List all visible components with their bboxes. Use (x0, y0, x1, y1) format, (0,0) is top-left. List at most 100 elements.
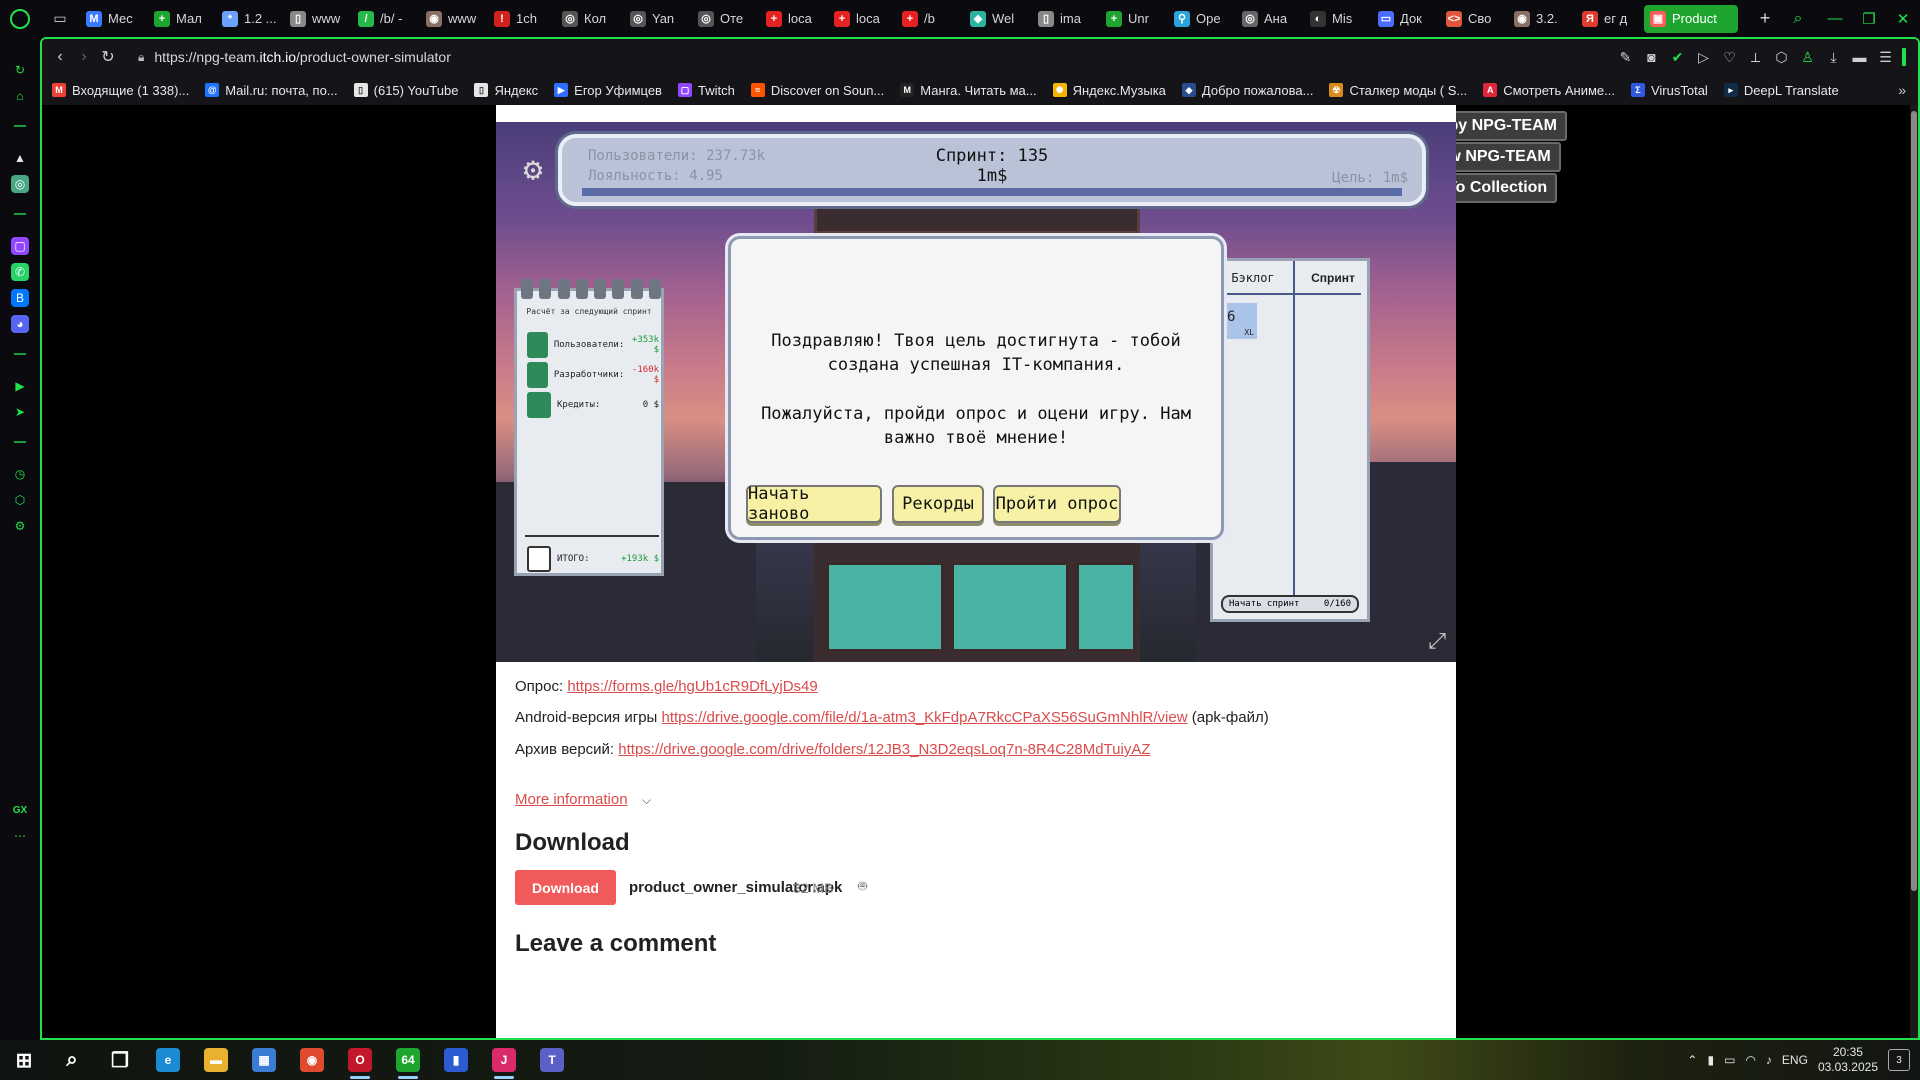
store-app[interactable]: ▦ (240, 1040, 288, 1080)
settings-gear-icon[interactable]: ⚙ (516, 152, 550, 186)
tab-active[interactable]: ▣ Product (1644, 4, 1738, 33)
tab[interactable]: + Мал (148, 5, 216, 33)
start-button[interactable]: ⊞ (0, 1040, 48, 1080)
game-canvas[interactable]: ⚙ Пользователи: 237.73k Лояльность: 4.95… (496, 122, 1456, 662)
settings-icon[interactable]: ⚙ (11, 517, 29, 535)
bookmark-item[interactable]: M Входящие (1 338)... (52, 83, 189, 98)
bookmark-item[interactable]: A Смотреть Аниме... (1483, 83, 1615, 98)
wifi-icon[interactable]: ◠ (1745, 1053, 1755, 1067)
twitch-icon[interactable]: ▢ (11, 237, 29, 255)
task-card[interactable]: 6 XL (1221, 303, 1257, 339)
tray-app-icon[interactable]: ▮ (1707, 1053, 1714, 1067)
scrollbar-thumb[interactable] (1911, 111, 1917, 891)
notifications-button[interactable]: 3 (1888, 1049, 1910, 1071)
tab[interactable]: ▯ www (284, 5, 352, 33)
bookmark-item[interactable]: ▸ DeepL Translate (1723, 83, 1839, 98)
reload-icon[interactable]: ↻ (96, 47, 120, 67)
extensions-icon[interactable]: ⬡ (11, 491, 29, 509)
bookmark-item[interactable]: ▯ (615) YouTube (353, 83, 458, 98)
language-indicator[interactable]: ENG (1782, 1053, 1808, 1067)
opera-gx-app[interactable]: O (336, 1040, 384, 1080)
send-icon[interactable]: ➤ (11, 403, 29, 421)
tab[interactable]: <> Сво (1440, 5, 1508, 33)
easy-setup-icon[interactable]: ☰ (1876, 49, 1895, 66)
bookmarks-more-icon[interactable]: » (1898, 82, 1906, 98)
bookmark-item[interactable]: ▯ Яндекс (474, 83, 538, 98)
gx-corner-icon[interactable]: ⌂ (11, 87, 29, 105)
bookmark-item[interactable]: ◆ Добро пожалова... (1181, 83, 1313, 98)
tab[interactable]: ⚲ Ope (1168, 5, 1236, 33)
tab[interactable]: ◐ Mis (1304, 5, 1372, 33)
tray-chevron-icon[interactable]: ⌃ (1687, 1053, 1697, 1067)
tab[interactable]: ▭ Док (1372, 5, 1440, 33)
tab[interactable]: ◆ Wel (964, 5, 1032, 33)
bookmark-item[interactable]: ≈ Discover on Soun... (750, 83, 884, 98)
vpn-check-icon[interactable]: ✔ (1668, 49, 1687, 66)
history-icon[interactable]: ◷ (11, 465, 29, 483)
url-field[interactable]: https://npg-team.itch.io/product-owner-s… (154, 49, 1616, 65)
bookmark-item[interactable]: @ Mail.ru: почта, по... (205, 83, 338, 98)
fullscreen-icon[interactable]: ⤢ (1428, 629, 1446, 654)
maximize-icon[interactable]: ❐ (1852, 10, 1886, 28)
task-view[interactable]: ❐ (96, 1040, 144, 1080)
chevron-down-icon[interactable]: ⌵ (642, 793, 651, 808)
forward-icon[interactable]: › (72, 48, 96, 66)
close-icon[interactable]: ✕ (1886, 10, 1920, 28)
tab[interactable]: + loca (828, 5, 896, 33)
extension-cube-icon[interactable]: ⬡ (1772, 49, 1791, 66)
explorer-app[interactable]: ▬ (192, 1040, 240, 1080)
account-icon[interactable]: ♙ (1798, 49, 1817, 66)
page-scrollbar[interactable] (1910, 105, 1918, 1038)
tab-island-toggle-icon[interactable]: ▭ (40, 0, 80, 37)
tab[interactable]: ◉ 3.2. (1508, 5, 1576, 33)
player-icon[interactable]: ▶ (11, 377, 29, 395)
tab[interactable]: Яег д (1576, 5, 1644, 33)
edge-app[interactable]: e (144, 1040, 192, 1080)
tab[interactable]: ◎ Оте (692, 5, 760, 33)
aria-icon[interactable]: ▲ (11, 149, 29, 167)
gx-mods-icon[interactable]: GX (11, 801, 29, 819)
vk-icon[interactable]: В (11, 289, 29, 307)
battery-saver-icon[interactable]: ▬ (1850, 49, 1869, 65)
back-icon[interactable]: ‹ (48, 48, 72, 66)
android-link[interactable]: https://drive.google.com/file/d/1a-atm3_… (662, 709, 1188, 726)
whatsapp-icon[interactable]: ✆ (11, 263, 29, 281)
volume-icon[interactable]: ♪ (1766, 1053, 1772, 1067)
jetbrains-app[interactable]: J (480, 1040, 528, 1080)
crop-tool-icon[interactable]: ⟂ (1746, 49, 1765, 66)
bookmark-item[interactable]: Σ VirusTotal (1630, 83, 1708, 98)
search-app[interactable]: ⌕ (48, 1040, 96, 1080)
start-sprint-button[interactable]: Начать спринт 0/160 (1221, 595, 1359, 613)
restart-button[interactable]: Начать заново (746, 484, 882, 524)
snapshot-edit-icon[interactable]: ✎ (1616, 49, 1635, 66)
more-information-link[interactable]: More information (515, 791, 628, 808)
stats-app[interactable]: ▮ (432, 1040, 480, 1080)
records-button[interactable]: Рекорды (892, 485, 984, 523)
tab[interactable]: * 1.2 ... (216, 5, 284, 33)
new-tab-button[interactable]: + (1752, 8, 1778, 29)
tab-search-icon[interactable]: ⌕ (1778, 10, 1818, 28)
tab[interactable]: ◎ Кол (556, 5, 624, 33)
tab[interactable]: ! 1ch (488, 5, 556, 33)
bookmark-item[interactable]: M Манга. Читать ма... (900, 83, 1037, 98)
tab[interactable]: ◎ Yan (624, 5, 692, 33)
minimize-icon[interactable]: — (1818, 10, 1852, 27)
survey-link[interactable]: https://forms.gle/hgUb1cR9DfLyjDs49 (567, 678, 817, 695)
camera-icon[interactable]: ◙ (1642, 49, 1661, 65)
tab[interactable]: + /b (896, 5, 964, 33)
tab[interactable]: ▯ ima (1032, 5, 1100, 33)
bookmark-heart-icon[interactable]: ♡ (1720, 49, 1739, 66)
gx-control-icon[interactable]: ↻ (11, 61, 29, 79)
tab[interactable]: + Unr (1100, 5, 1168, 33)
chrome-app[interactable]: ◉ (288, 1040, 336, 1080)
download-icon[interactable]: ⤓ (1824, 49, 1843, 66)
bookmark-item[interactable]: ✺ Яндекс.Музыка (1052, 83, 1166, 98)
archive-link[interactable]: https://drive.google.com/drive/folders/1… (618, 741, 1150, 758)
bookmark-item[interactable]: ▶ Егор Уфимцев (554, 83, 662, 98)
survey-button[interactable]: Пройти опрос (993, 485, 1121, 523)
bookmark-item[interactable]: ☢ Сталкер моды ( S... (1329, 83, 1467, 98)
download-button[interactable]: Download (515, 870, 616, 905)
chatgpt-icon[interactable]: ◎ (11, 175, 29, 193)
flow-send-icon[interactable]: ▷ (1694, 49, 1713, 66)
tab[interactable]: M Мес (80, 5, 148, 33)
